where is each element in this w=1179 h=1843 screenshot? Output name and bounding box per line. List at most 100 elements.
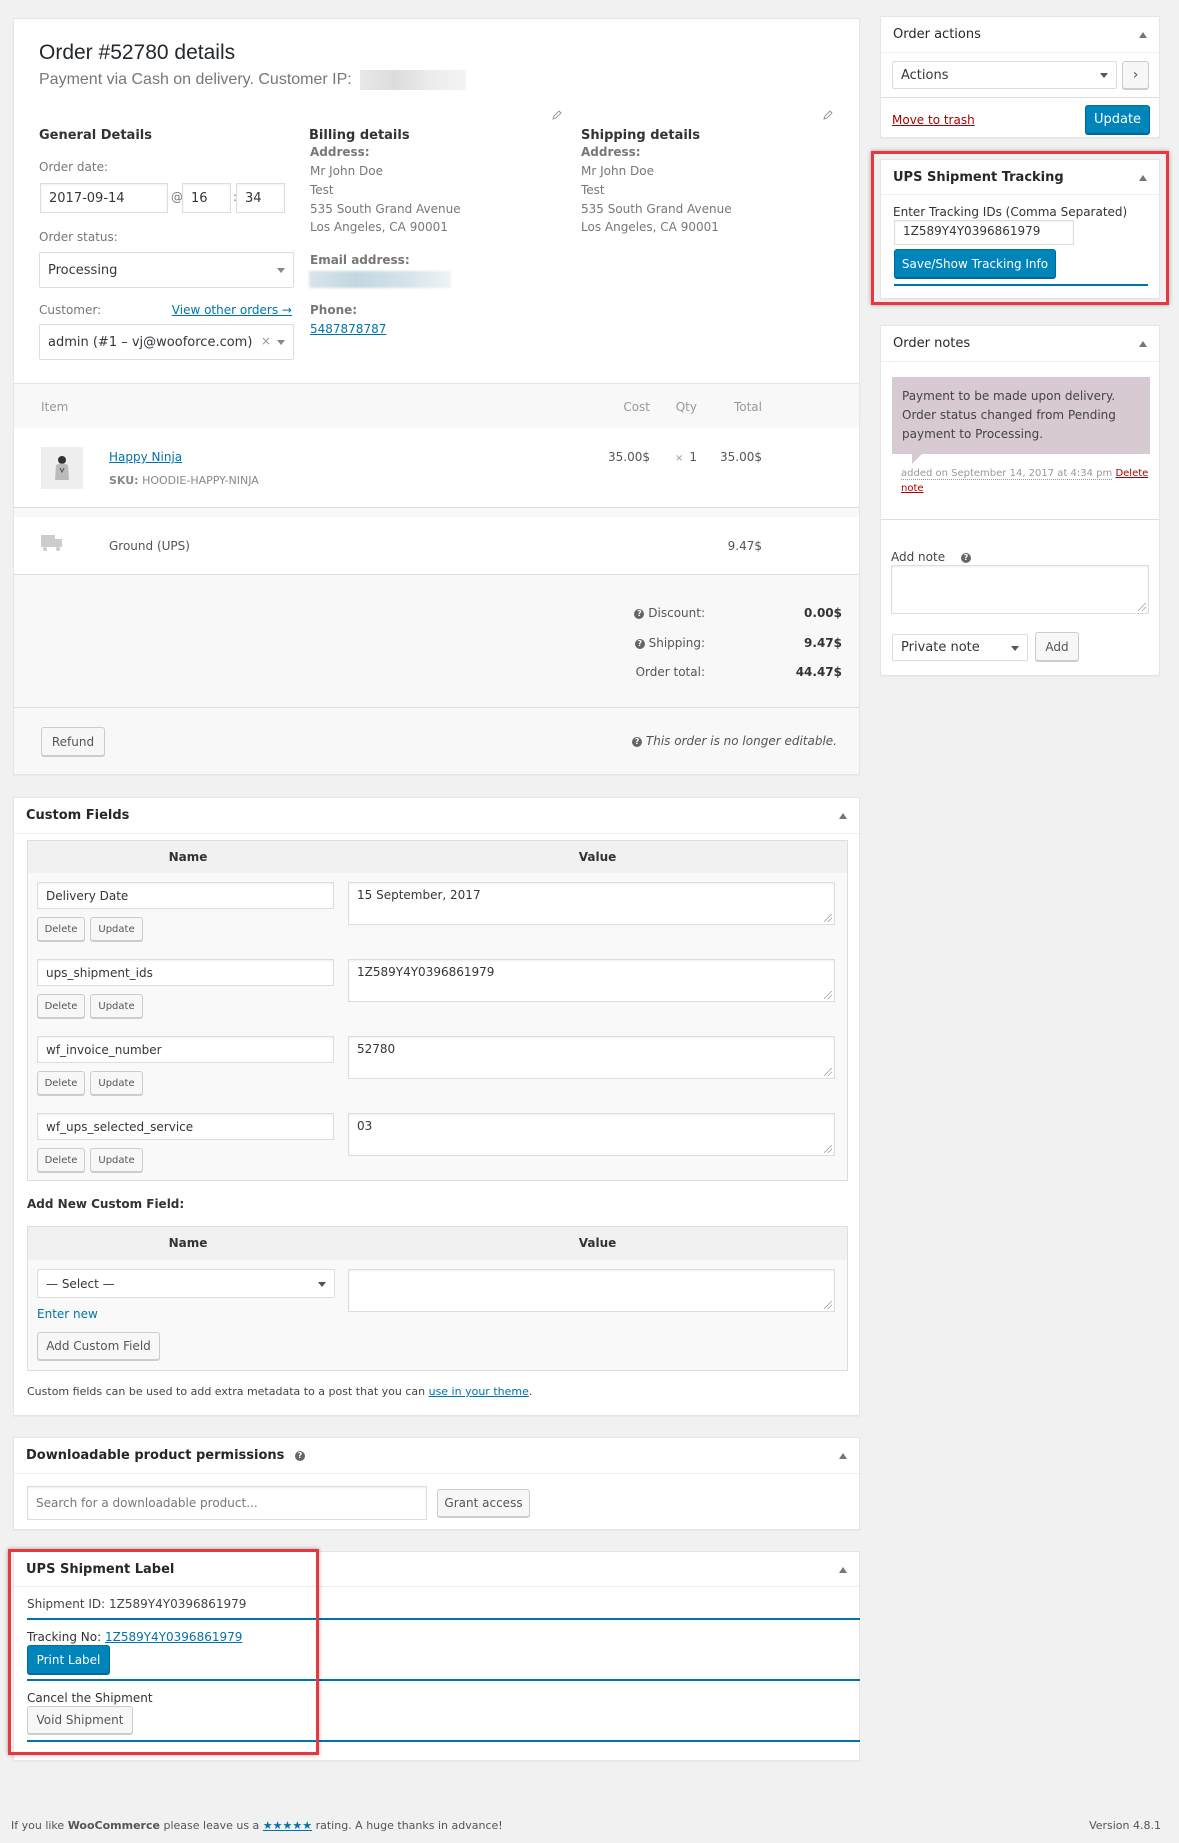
shipping-address-label: Address: — [581, 145, 641, 159]
custom-field-key-input[interactable]: Delivery Date — [37, 882, 334, 909]
order-date-input[interactable]: 2017-09-14 — [40, 183, 168, 213]
custom-field-value-textarea[interactable]: 15 September, 2017 — [348, 882, 835, 925]
billing-address-line: Test — [310, 183, 334, 197]
item-total: 35.00$ — [720, 450, 762, 464]
refund-button[interactable]: Refund — [41, 727, 105, 756]
custom-field-key-input[interactable]: wf_ups_selected_service — [37, 1113, 334, 1140]
note-timestamp: added on September 14, 2017 at 4:34 pm — [901, 468, 1113, 480]
note-suffix: . — [528, 1385, 533, 1398]
add-new-custom-field-heading: Add New Custom Field: — [27, 1197, 185, 1211]
chevron-down-icon — [1011, 645, 1019, 651]
customer-value: admin (#1 – vj@wooforce.com) — [48, 334, 253, 350]
col-value: Value — [578, 1236, 617, 1250]
billing-address-line: Los Angeles, CA 90001 — [310, 220, 448, 234]
resize-grip-icon[interactable] — [824, 1068, 832, 1076]
delete-field-button[interactable]: Delete — [37, 917, 85, 941]
collapse-arrow-icon[interactable] — [839, 813, 847, 819]
billing-details-heading: Billing details — [309, 128, 410, 143]
apply-action-button[interactable]: › — [1122, 61, 1149, 89]
order-status-select[interactable]: Processing — [39, 252, 294, 288]
resize-grip-icon[interactable] — [824, 1145, 832, 1153]
total-value-order: 44.47$ — [795, 665, 842, 679]
update-field-button[interactable]: Update — [90, 917, 143, 941]
order-minute-input[interactable]: 34 — [236, 183, 285, 213]
use-in-your-theme-link[interactable]: use in your theme — [429, 1385, 529, 1398]
sku-value: HOODIE-HAPPY-NINJA — [142, 474, 259, 487]
order-actions-panel: Order actions Actions › Move to trash Up… — [880, 16, 1160, 138]
payment-info: Payment via Cash on delivery. Customer I… — [39, 71, 352, 89]
update-field-button[interactable]: Update — [90, 994, 143, 1018]
resize-grip-icon[interactable] — [824, 991, 832, 999]
grant-access-button[interactable]: Grant access — [437, 1489, 530, 1517]
custom-field-value: 03 — [357, 1119, 373, 1133]
edit-shipping-pencil-icon[interactable] — [823, 110, 833, 120]
collapse-arrow-icon[interactable] — [839, 1567, 847, 1573]
update-field-button[interactable]: Update — [90, 1148, 143, 1172]
order-actions-select[interactable]: Actions — [892, 61, 1117, 89]
custom-field-key-input[interactable]: ups_shipment_ids — [37, 959, 334, 986]
collapse-arrow-icon[interactable] — [839, 1453, 847, 1459]
billing-address-line: Mr John Doe — [310, 164, 383, 178]
shipping-address-line: 535 South Grand Avenue — [581, 202, 732, 216]
custom-fields-header[interactable]: Custom Fields — [14, 798, 859, 834]
collapse-arrow-icon[interactable] — [1139, 341, 1147, 347]
custom-fields-title: Custom Fields — [26, 808, 130, 823]
downloadable-permissions-panel: Downloadable product permissions ? Searc… — [13, 1437, 860, 1530]
not-editable-text: This order is no longer editable. — [645, 734, 837, 748]
col-total: Total — [733, 400, 762, 414]
custom-field-value-textarea[interactable]: 1Z589Y4Y0396861979 — [348, 959, 835, 1002]
help-icon: ? — [634, 638, 645, 649]
new-field-value-textarea[interactable] — [348, 1269, 835, 1312]
chevron-down-icon — [277, 340, 285, 345]
resize-grip-icon[interactable] — [824, 1301, 832, 1309]
resize-grip-icon[interactable] — [824, 914, 832, 922]
total-label-discount: ? Discount: — [634, 606, 705, 620]
rating-stars-link[interactable]: ★★★★★ — [263, 1819, 312, 1832]
clear-icon[interactable]: × — [261, 334, 271, 348]
custom-field-value-textarea[interactable]: 52780 — [348, 1036, 835, 1079]
item-qty: × 1 — [675, 450, 697, 464]
billing-phone-link[interactable]: 5487878787 — [310, 322, 386, 336]
shipping-details-heading: Shipping details — [581, 128, 700, 143]
view-other-orders-link[interactable]: View other orders → — [172, 303, 292, 317]
order-items-panel: Item Cost Qty Total Happy Ninja SKU: HOO… — [13, 383, 860, 775]
order-actions-value: Actions — [901, 67, 949, 83]
customer-select[interactable]: admin (#1 – vj@wooforce.com) × — [39, 324, 294, 360]
col-qty: Qty — [675, 400, 697, 414]
edit-billing-pencil-icon[interactable] — [552, 110, 562, 120]
delete-field-button[interactable]: Delete — [37, 1148, 85, 1172]
move-to-trash-link[interactable]: Move to trash — [892, 113, 975, 127]
update-button[interactable]: Update — [1085, 105, 1150, 134]
custom-field-value-textarea[interactable]: 03 — [348, 1113, 835, 1156]
product-name-link[interactable]: Happy Ninja — [109, 450, 182, 464]
downloadable-search-input[interactable]: Search for a downloadable product... — [27, 1486, 427, 1520]
collapse-arrow-icon[interactable] — [1139, 32, 1147, 38]
delete-field-button[interactable]: Delete — [37, 1071, 85, 1095]
order-actions-footer: Move to trash Update — [881, 97, 1159, 137]
shipping-method: Ground (UPS) — [109, 539, 190, 553]
enter-new-link[interactable]: Enter new — [37, 1307, 98, 1321]
order-note: Payment to be made upon delivery. Order … — [892, 377, 1150, 464]
qty-value: 1 — [689, 450, 697, 464]
add-custom-field-button[interactable]: Add Custom Field — [37, 1332, 160, 1360]
update-field-button[interactable]: Update — [90, 1071, 143, 1095]
billing-email-redacted — [309, 271, 451, 288]
order-hour-input[interactable]: 16 — [182, 183, 231, 213]
not-editable-notice: ? This order is no longer editable. — [632, 734, 837, 748]
order-data-panel: Order #52780 details Payment via Cash on… — [13, 18, 860, 416]
custom-field-key-input[interactable]: wf_invoice_number — [37, 1036, 334, 1063]
order-actions-header[interactable]: Order actions — [881, 17, 1159, 53]
help-icon: ? — [960, 552, 971, 563]
new-field-name-select[interactable]: — Select — — [37, 1269, 335, 1298]
add-note-textarea[interactable] — [891, 565, 1149, 614]
resize-grip-icon[interactable] — [1138, 603, 1146, 611]
delete-field-button[interactable]: Delete — [37, 994, 85, 1018]
note-type-select[interactable]: Private note — [892, 634, 1028, 661]
billing-email-label: Email address: — [310, 253, 410, 267]
total-value-shipping: 9.47$ — [804, 636, 842, 650]
custom-fields-note: Custom fields can be used to add extra m… — [27, 1385, 532, 1398]
add-note-button[interactable]: Add — [1035, 632, 1079, 661]
order-notes-header[interactable]: Order notes — [881, 326, 1159, 362]
footer-suffix: rating. A huge thanks in advance! — [312, 1819, 503, 1832]
downloadable-header[interactable]: Downloadable product permissions ? — [14, 1438, 859, 1474]
